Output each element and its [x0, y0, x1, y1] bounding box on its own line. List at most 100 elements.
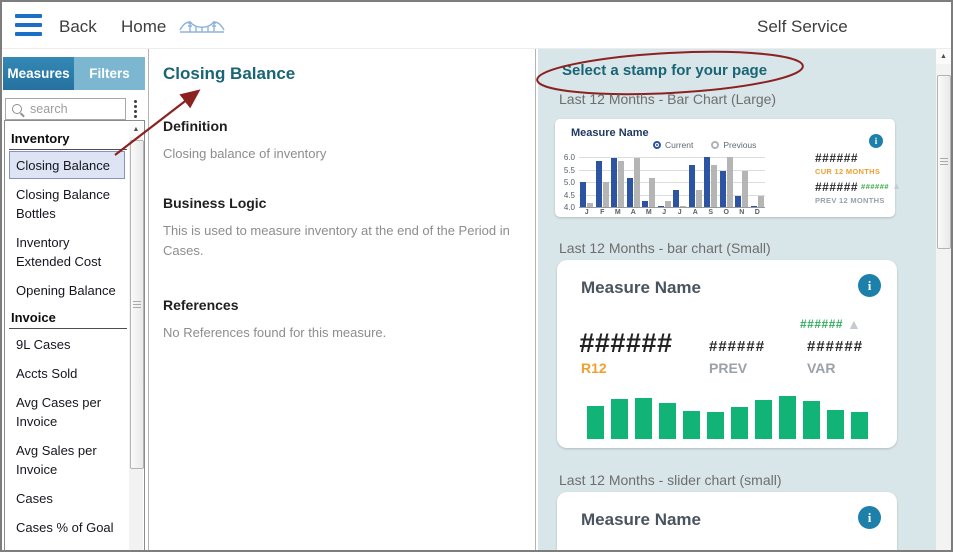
- legend-label: Previous: [723, 140, 756, 150]
- measure-list-item[interactable]: Closing Balance: [9, 151, 125, 179]
- x-tick-label: J: [672, 209, 688, 216]
- bar-current: [720, 171, 726, 207]
- bar-current: [689, 165, 695, 208]
- x-tick-label: J: [657, 209, 673, 216]
- measure-list-item[interactable]: Avg Sales per Invoice: [9, 436, 125, 483]
- measure-list-item[interactable]: Opening Balance: [9, 276, 125, 304]
- bar-current: [596, 161, 602, 207]
- measure-list-item[interactable]: Closing Balance Bottles: [9, 180, 125, 227]
- bar-group: [734, 157, 750, 207]
- bar: [755, 400, 772, 439]
- measure-list-item[interactable]: Cases % of Goal: [9, 513, 125, 541]
- bar-group: [579, 157, 595, 207]
- bar-current: [735, 196, 741, 207]
- scrollbar-thumb[interactable]: [937, 75, 951, 249]
- bar-group: [657, 157, 673, 207]
- delta-up-icon: ▲: [847, 547, 861, 552]
- y-tick-label: 5.0: [559, 178, 575, 187]
- tab-filters[interactable]: Filters: [74, 57, 145, 90]
- bar: [827, 410, 844, 439]
- search-icon: [12, 104, 22, 114]
- info-icon[interactable]: i: [869, 134, 883, 148]
- delta-value: ######: [800, 548, 843, 552]
- x-axis-labels: JFMAMJJASOND: [579, 209, 765, 216]
- legend-label: Current: [665, 140, 693, 150]
- page-scrollbar[interactable]: ▲: [936, 49, 951, 552]
- measure-list-item[interactable]: Inventory Extended Cost: [9, 228, 125, 275]
- bar: [779, 396, 796, 439]
- scroll-up-icon[interactable]: ▲: [129, 122, 143, 137]
- measure-list-scrollbar[interactable]: ▲: [129, 122, 143, 550]
- bar: [635, 398, 652, 439]
- section-body-references: No References found for this measure.: [163, 323, 537, 343]
- bar: [803, 401, 820, 439]
- x-tick-label: M: [641, 209, 657, 216]
- search-input[interactable]: [28, 101, 118, 117]
- hamburger-menu-icon[interactable]: [15, 14, 42, 36]
- x-tick-label: D: [750, 209, 766, 216]
- search-row: [5, 97, 145, 121]
- measure-list-item[interactable]: 9L Cases: [9, 330, 125, 358]
- delta-indicator: ###### ▲: [800, 547, 861, 552]
- x-tick-label: A: [626, 209, 642, 216]
- r12-label: R12: [581, 360, 607, 376]
- bar-current: [580, 182, 586, 207]
- y-tick-label: 4.0: [559, 203, 575, 212]
- y-tick-label: 4.5: [559, 191, 575, 200]
- bar-current: [673, 190, 679, 208]
- measure-list-item[interactable]: Avg Cases per Invoice: [9, 388, 125, 435]
- app-window: Back Home Self Service Measures Filters: [0, 0, 953, 552]
- x-tick-label: O: [719, 209, 735, 216]
- bar: [707, 412, 724, 439]
- bar-current: [642, 201, 648, 207]
- section-heading-definition: Definition: [163, 118, 535, 134]
- info-icon[interactable]: i: [858, 506, 881, 529]
- bar-previous: [665, 201, 671, 207]
- bar-previous: [618, 161, 624, 207]
- bar-current: [658, 206, 664, 207]
- measure-list-item[interactable]: Cost: [9, 542, 125, 551]
- bar: [851, 412, 868, 439]
- bar-previous: [758, 196, 764, 207]
- measure-list-items: InventoryClosing BalanceClosing Balance …: [5, 121, 129, 551]
- home-button[interactable]: Home: [121, 17, 166, 37]
- stamp-card-large-bar-chart[interactable]: Measure Name Current Previous i 6.05.55.…: [555, 119, 895, 217]
- bar-previous: [696, 190, 702, 208]
- bar-group: [672, 157, 688, 207]
- bar-current: [627, 178, 633, 207]
- bar: [659, 403, 676, 439]
- x-tick-label: S: [703, 209, 719, 216]
- bar: [731, 407, 748, 439]
- top-bar: Back Home Self Service: [2, 2, 951, 49]
- info-icon[interactable]: i: [858, 274, 881, 297]
- tab-measures[interactable]: Measures: [3, 57, 74, 90]
- bar: [683, 411, 700, 439]
- legend-item-current: Current: [653, 140, 693, 150]
- bar-group: [595, 157, 611, 207]
- scroll-up-icon[interactable]: ▲: [936, 49, 951, 64]
- sidebar: Measures Filters InventoryClosing Balanc…: [2, 49, 148, 552]
- section-body-definition: Closing balance of inventory: [163, 144, 537, 164]
- back-button[interactable]: Back: [59, 17, 97, 37]
- chart-legend: Current Previous: [653, 140, 756, 150]
- delta-indicator: ###### ▲: [800, 316, 861, 332]
- scrollbar-thumb[interactable]: [130, 140, 144, 469]
- cur-label: CUR 12 MONTHS: [815, 168, 901, 176]
- section-body-business-logic: This is used to measure inventory at the…: [163, 221, 537, 261]
- stamp-card-small-bar-chart[interactable]: Measure Name i ###### ▲ ###### R12 #####…: [557, 260, 897, 448]
- var-label: VAR: [807, 360, 836, 376]
- var-value: ######: [807, 338, 863, 355]
- stamp-label-small: Last 12 Months - bar chart (Small): [559, 240, 771, 256]
- measure-list-item[interactable]: Cases: [9, 484, 125, 512]
- x-tick-label: M: [610, 209, 626, 216]
- kebab-menu-icon[interactable]: [134, 100, 137, 118]
- measure-name-label: Measure Name: [581, 278, 701, 298]
- prev-value: ######: [815, 181, 858, 193]
- stamp-card-slider-chart[interactable]: Measure Name i ###### ▲: [557, 492, 897, 552]
- measure-list-item[interactable]: Accts Sold: [9, 359, 125, 387]
- bar-previous: [742, 171, 748, 207]
- bar-group: [719, 157, 735, 207]
- x-tick-label: J: [579, 209, 595, 216]
- search-box[interactable]: [5, 98, 126, 120]
- bar-group: [703, 157, 719, 207]
